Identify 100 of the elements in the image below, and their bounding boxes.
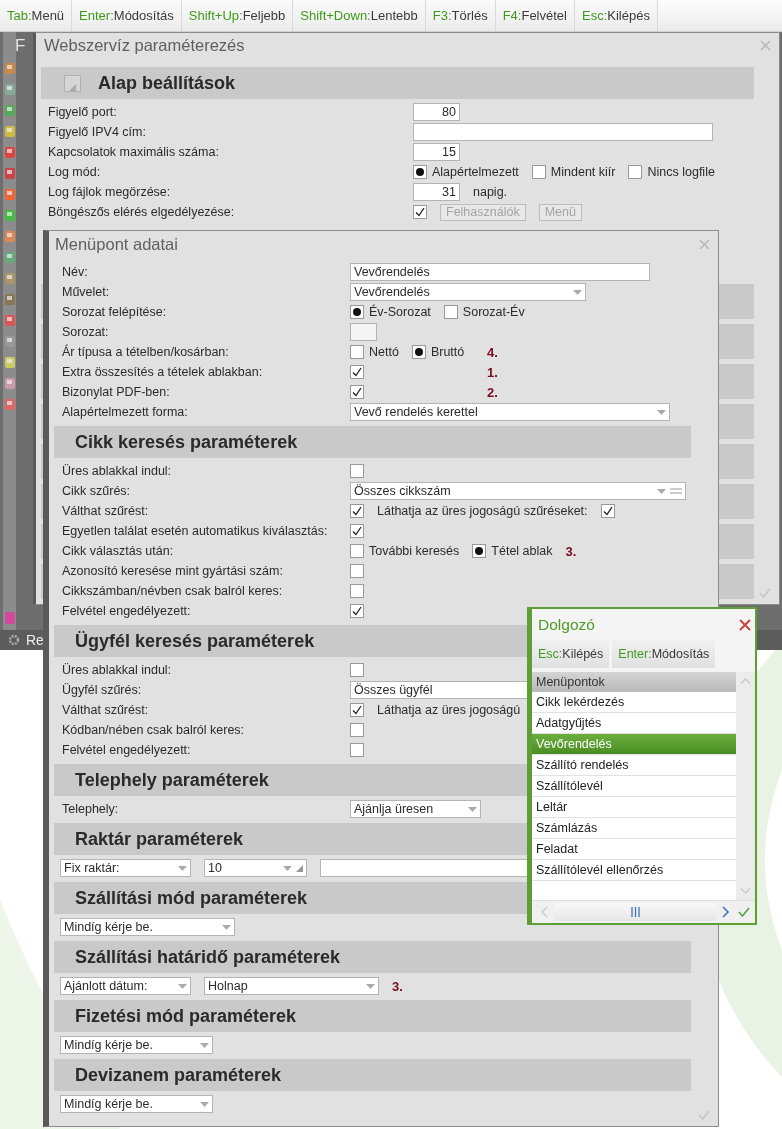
radio-label: Nincs logfile — [647, 165, 715, 179]
list-item[interactable]: Számlázás — [532, 818, 736, 839]
section-title: Fizetési mód paraméterek — [75, 1005, 297, 1027]
caret-icon — [468, 806, 477, 812]
radio-button[interactable] — [350, 544, 364, 558]
checkbox[interactable] — [413, 205, 427, 219]
caret-icon — [283, 865, 292, 871]
dropdown[interactable]: Mindíg kérje be. — [60, 1095, 213, 1113]
tab-label[interactable]: F — [15, 36, 26, 56]
check-icon — [698, 1110, 710, 1120]
radio-button[interactable] — [350, 305, 364, 319]
collapse-button[interactable] — [64, 74, 81, 92]
radio-button[interactable] — [472, 544, 487, 558]
checkbox[interactable] — [350, 464, 364, 478]
app-icon — [4, 188, 15, 201]
field-label: Üres ablakkal indul: — [62, 663, 173, 677]
app-icon — [4, 398, 15, 411]
shortcut-button[interactable]: Esc:Kilépés — [532, 640, 610, 668]
field-label: Böngészős elérés elgedélyezése: — [48, 205, 236, 219]
dropdown[interactable]: Mindíg kérje be. — [60, 1036, 213, 1054]
resize-icon — [296, 864, 303, 872]
caret-icon — [178, 983, 187, 989]
checkbox[interactable] — [350, 584, 364, 598]
checkbox[interactable] — [350, 743, 364, 757]
checkbox[interactable] — [350, 604, 364, 618]
text-field[interactable] — [350, 323, 377, 341]
field-label: Válthat szűrést: — [62, 504, 150, 518]
list-item[interactable]: Leltár — [532, 797, 736, 818]
number-field[interactable]: 80 — [413, 103, 460, 121]
app-icon — [5, 612, 15, 624]
note-number: 2. — [487, 384, 498, 400]
section-title: Szállítási mód paraméterek — [75, 887, 308, 909]
checkbox[interactable] — [350, 365, 364, 379]
text-field[interactable]: Vevőrendelés — [350, 263, 650, 281]
radio-button[interactable] — [531, 165, 546, 179]
radio-label: Sorozat-Év — [462, 305, 525, 319]
list-item[interactable]: Feladat — [532, 839, 736, 860]
checkbox[interactable] — [350, 504, 364, 518]
dropdown[interactable]: Vevőrendelés — [350, 283, 586, 301]
radio-button[interactable] — [350, 345, 364, 359]
checkbox[interactable] — [350, 385, 364, 399]
checkbox[interactable] — [600, 504, 615, 518]
radio-button[interactable] — [413, 165, 427, 179]
field-label: Ár típusa a tételben/kosárban: — [62, 345, 230, 359]
gear-icon — [8, 634, 20, 646]
field-label: Bizonylat PDF-ben: — [62, 385, 171, 399]
chevron-down-icon — [740, 888, 751, 894]
app-icon — [4, 83, 15, 96]
list-item[interactable]: Szállítólevél ellenőrzés — [532, 860, 736, 881]
checkbox[interactable] — [350, 723, 364, 737]
dropdown[interactable]: Vevő rendelés kerettel — [350, 403, 670, 421]
app-icon — [4, 209, 15, 222]
list-item[interactable]: Cikk lekérdezés — [532, 692, 736, 713]
checkbox[interactable] — [350, 663, 364, 677]
scrollbar[interactable] — [554, 903, 716, 921]
app-icon — [4, 146, 15, 159]
field-label: Válthat szűrést: — [62, 703, 150, 717]
dropdown[interactable]: Holnap — [204, 977, 379, 995]
radio-label: Mindent kiír — [550, 165, 616, 179]
app-icon — [4, 167, 15, 180]
dropdown[interactable]: 10 — [204, 859, 307, 877]
field-label: Kapcsolatok maximális száma: — [48, 145, 220, 159]
field-label: Cikk választás után: — [62, 544, 175, 558]
close-icon[interactable] — [739, 618, 751, 631]
tab-label[interactable]: Re — [26, 632, 44, 648]
radio-button[interactable] — [443, 305, 458, 319]
list-item[interactable]: Szállítólevél — [532, 776, 736, 797]
radio-button[interactable] — [628, 165, 643, 179]
list-header[interactable]: Menüpontok — [532, 672, 736, 692]
field-label: Cikkszámban/névben csak balról keres: — [62, 584, 284, 598]
app-icon — [4, 62, 15, 75]
dropdown[interactable]: Fix raktár: — [60, 859, 191, 877]
checkbox[interactable] — [350, 524, 364, 538]
dropdown[interactable]: Ajánlja üresen — [350, 800, 481, 818]
shortcut-button[interactable]: Enter:Módosítás — [612, 640, 716, 668]
field-label: Log mód: — [48, 165, 102, 179]
checkbox[interactable] — [350, 703, 364, 717]
field-label: Extra összesítés a tételek ablakban: — [62, 365, 264, 379]
scrollbar[interactable] — [736, 672, 755, 900]
field-label: Láthatja az üres jogoságú — [377, 703, 521, 717]
field-label: Sorozat felépítése: — [62, 305, 168, 319]
checkbox[interactable] — [350, 564, 364, 578]
chevron-right-icon — [722, 906, 730, 918]
number-field[interactable]: 31 — [413, 183, 460, 201]
field-label: Ügyfél szűrés: — [62, 683, 143, 697]
window-title: Menüpont adatai — [55, 234, 178, 254]
text-field[interactable] — [413, 123, 713, 141]
dropdown[interactable]: Mindíg kérje be. — [60, 918, 235, 936]
caret-icon — [657, 488, 666, 494]
caret-icon — [200, 1101, 209, 1107]
dropdown[interactable]: Összes cikkszám — [350, 482, 686, 500]
caret-icon — [657, 409, 666, 415]
app-icon — [4, 335, 15, 348]
field-label: Cikk szűrés: — [62, 484, 132, 498]
field-label: Felvétel engedélyezett: — [62, 604, 192, 618]
number-field[interactable]: 15 — [413, 143, 460, 161]
section-title: Ügyfél keresés paraméterek — [75, 630, 315, 652]
dropdown[interactable]: Ajánlott dátum: — [60, 977, 191, 995]
radio-button[interactable] — [411, 345, 426, 359]
list-item[interactable]: Szállító rendelés — [532, 755, 736, 776]
